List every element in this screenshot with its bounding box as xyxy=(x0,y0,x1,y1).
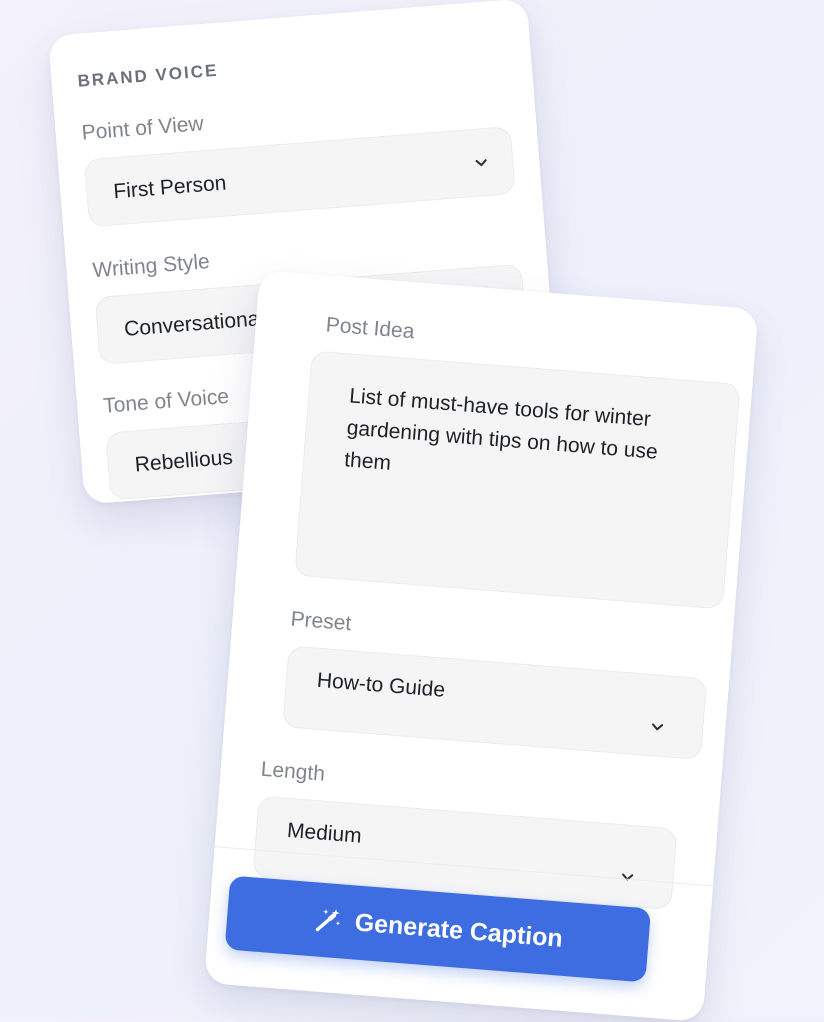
generate-caption-label: Generate Caption xyxy=(353,908,564,953)
length-label: Length xyxy=(259,757,326,786)
tone-of-voice-label: Tone of Voice xyxy=(102,384,230,418)
preset-value: How-to Guide xyxy=(316,668,446,702)
brand-voice-heading: BRAND VOICE xyxy=(76,60,219,91)
chevron-down-icon xyxy=(469,151,493,175)
point-of-view-label: Point of View xyxy=(80,112,205,145)
writing-style-label: Writing Style xyxy=(91,250,211,283)
magic-wand-icon xyxy=(312,904,344,936)
tone-of-voice-value: Rebellious xyxy=(134,445,234,477)
point-of-view-select[interactable]: First Person xyxy=(83,125,516,228)
post-idea-label: Post Idea xyxy=(324,313,416,344)
point-of-view-value: First Person xyxy=(112,171,228,204)
preset-label: Preset xyxy=(289,607,353,636)
post-idea-text: List of must-have tools for winter garde… xyxy=(343,384,659,475)
writing-style-value: Conversational xyxy=(123,306,265,341)
post-idea-textarea[interactable]: List of must-have tools for winter garde… xyxy=(294,350,741,610)
preset-select[interactable]: How-to Guide xyxy=(282,645,708,761)
length-value: Medium xyxy=(286,818,363,848)
chevron-down-icon xyxy=(646,715,670,739)
post-form-card: Post Idea List of must-have tools for wi… xyxy=(203,270,759,1022)
chevron-down-icon xyxy=(616,865,640,889)
